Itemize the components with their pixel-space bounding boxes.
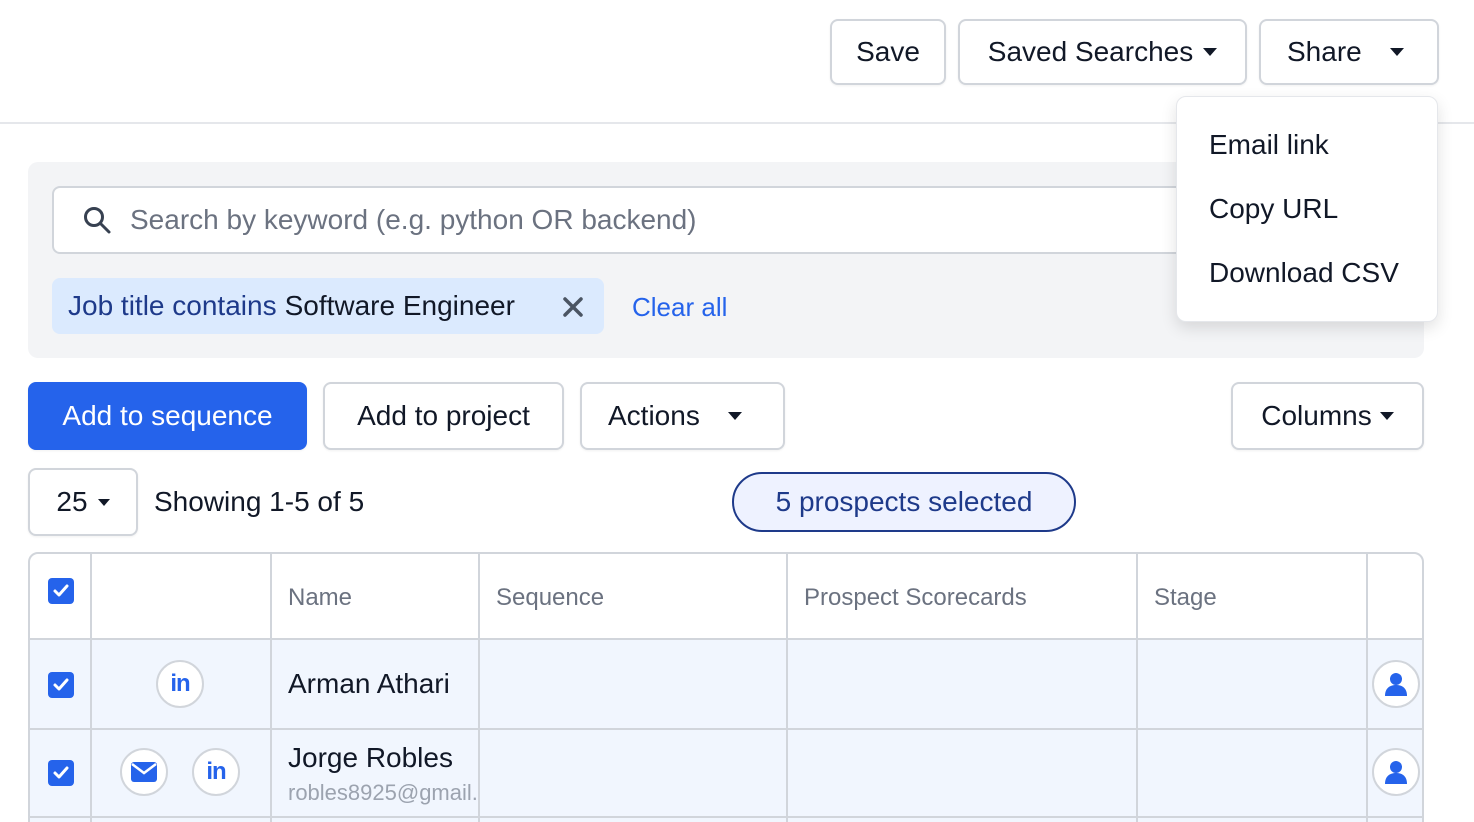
menu-item-download-csv[interactable]: Download CSV xyxy=(1209,257,1399,289)
columns-label: Columns xyxy=(1261,400,1372,431)
saved-searches-button[interactable]: Saved Searches xyxy=(958,19,1247,85)
chevron-down-icon xyxy=(1379,412,1394,420)
save-button-label: Save xyxy=(856,36,920,67)
row-checkbox[interactable] xyxy=(48,760,74,786)
actions-button[interactable]: Actions xyxy=(580,382,785,450)
saved-searches-label: Saved Searches xyxy=(987,36,1194,67)
share-button[interactable]: Share xyxy=(1259,19,1439,85)
checkbox-icon xyxy=(53,766,69,779)
person-icon[interactable] xyxy=(1372,660,1420,708)
add-to-project-label: Add to project xyxy=(357,400,530,431)
clear-all-link[interactable]: Clear all xyxy=(632,292,727,323)
showing-count: Showing 1-5 of 5 xyxy=(154,486,365,517)
column-header-scorecards[interactable]: Prospect Scorecards xyxy=(804,584,1027,612)
header-divider-line xyxy=(30,638,1422,640)
search-icon xyxy=(84,207,111,234)
page-size-value: 25 xyxy=(56,486,88,517)
row-checkbox[interactable] xyxy=(48,672,74,698)
column-divider xyxy=(1366,554,1368,822)
column-divider xyxy=(90,554,92,822)
column-header-name[interactable]: Name xyxy=(288,584,352,612)
select-all-checkbox[interactable] xyxy=(48,578,74,604)
add-to-project-button[interactable]: Add to project xyxy=(323,382,564,450)
selected-count-pill[interactable]: 5 prospects selected xyxy=(732,472,1076,532)
chevron-down-icon xyxy=(1203,48,1218,56)
columns-button[interactable]: Columns xyxy=(1231,382,1424,450)
linkedin-icon[interactable]: in xyxy=(192,748,240,796)
column-header-stage[interactable]: Stage xyxy=(1154,584,1217,612)
prospects-table: Name Sequence Prospect Scorecards Stage … xyxy=(28,552,1424,822)
actions-label: Actions xyxy=(608,400,700,431)
chevron-down-icon xyxy=(97,498,110,506)
chevron-down-icon xyxy=(727,412,742,420)
checkbox-icon xyxy=(53,678,69,691)
menu-item-copy-url[interactable]: Copy URL xyxy=(1209,193,1338,225)
column-divider xyxy=(1136,554,1138,822)
add-to-sequence-button[interactable]: Add to sequence xyxy=(28,382,307,450)
prospect-name[interactable]: Jorge Robles xyxy=(288,742,453,774)
share-button-label: Share xyxy=(1287,36,1362,67)
page-size-select[interactable]: 25 xyxy=(28,468,138,536)
column-divider xyxy=(478,554,480,822)
save-button[interactable]: Save xyxy=(830,19,946,85)
menu-item-email-link[interactable]: Email link xyxy=(1209,129,1329,161)
envelope-icon[interactable] xyxy=(120,748,168,796)
close-icon[interactable] xyxy=(562,296,584,318)
add-to-sequence-label: Add to sequence xyxy=(62,400,273,431)
checkbox-icon xyxy=(53,584,69,597)
prospect-email: robles8925@gmail.com xyxy=(288,780,476,805)
search-input[interactable] xyxy=(130,196,1170,244)
share-dropdown-menu: Email link Copy URL Download CSV xyxy=(1176,96,1438,322)
row-divider-line xyxy=(30,728,1422,730)
filter-chip-value: Software Engineer xyxy=(284,290,515,321)
column-divider xyxy=(270,554,272,822)
person-icon[interactable] xyxy=(1372,748,1420,796)
prospect-name[interactable]: Arman Athari xyxy=(288,668,450,700)
column-divider xyxy=(786,554,788,822)
row-divider-line xyxy=(30,816,1422,818)
linkedin-icon[interactable]: in xyxy=(156,660,204,708)
filter-chip: Job title contains Software Engineer xyxy=(52,278,604,334)
table-row[interactable] xyxy=(30,640,1422,728)
chevron-down-icon xyxy=(1389,48,1404,56)
filter-chip-label: Job title contains xyxy=(68,290,277,321)
column-header-sequence[interactable]: Sequence xyxy=(496,584,604,612)
